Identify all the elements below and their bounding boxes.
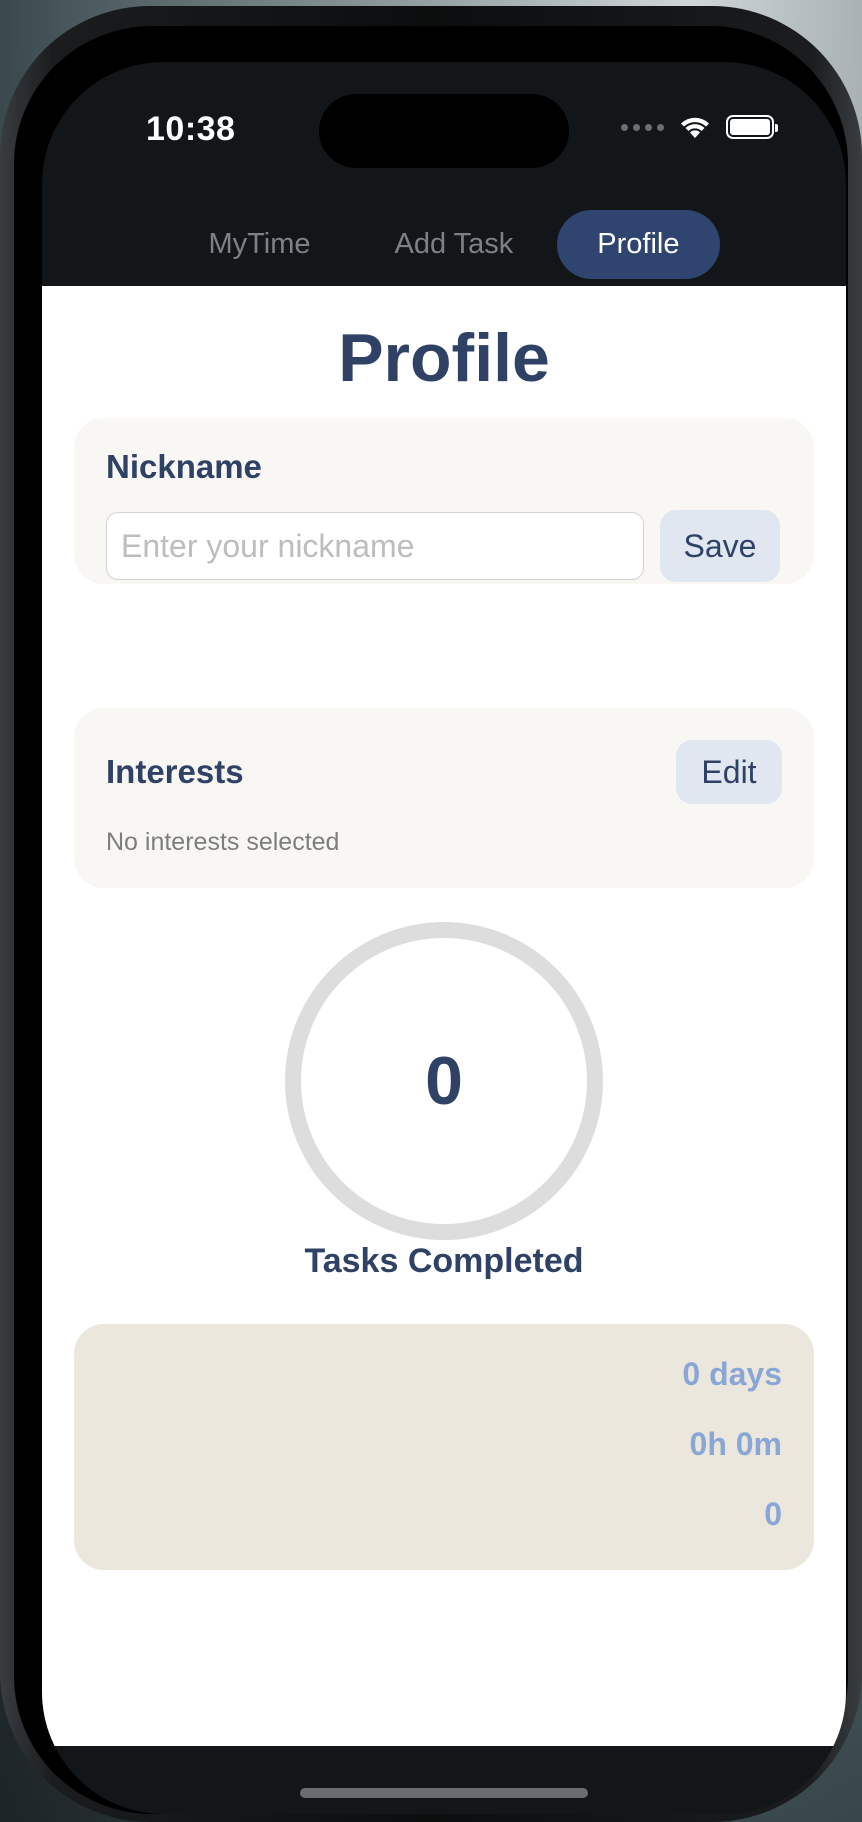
status-icons — [621, 114, 778, 140]
status-bar: 10:38 — [42, 62, 846, 202]
phone-bezel: 10:38 MyTime Add Task Profile Profile Ni… — [14, 26, 848, 1814]
edit-interests-button[interactable]: Edit — [676, 740, 782, 804]
nickname-row: Save — [106, 510, 780, 582]
save-button[interactable]: Save — [660, 510, 780, 582]
stat-time-value: 0h 0m — [689, 1426, 782, 1462]
profile-content: Profile Nickname Save Interests Edit No … — [42, 286, 846, 1746]
wifi-icon — [681, 117, 709, 138]
interests-card: Interests Edit No interests selected — [74, 708, 814, 888]
dynamic-island — [319, 94, 569, 168]
signal-dots-icon — [621, 123, 664, 131]
nickname-input[interactable] — [106, 512, 644, 580]
stats-card: 0 days 0h 0m 0 — [74, 1324, 814, 1570]
tasks-completed-label: Tasks Completed — [304, 1242, 584, 1280]
status-time: 10:38 — [146, 110, 236, 148]
screen: 10:38 MyTime Add Task Profile Profile Ni… — [42, 62, 846, 1814]
page-title: Profile — [338, 320, 550, 396]
tab-mytime[interactable]: MyTime — [169, 210, 351, 279]
tasks-completed-count: 0 — [425, 1043, 463, 1119]
interests-empty-text: No interests selected — [106, 828, 340, 856]
battery-icon — [726, 115, 778, 139]
stat-streak-value: 0 days — [682, 1356, 782, 1392]
home-indicator[interactable] — [300, 1788, 588, 1798]
top-tab-bar: MyTime Add Task Profile — [42, 202, 846, 286]
nickname-card: Nickname Save — [74, 418, 814, 584]
tab-profile[interactable]: Profile — [557, 209, 720, 279]
interests-header: Interests Edit — [106, 740, 782, 804]
stat-points-value: 0 — [764, 1496, 782, 1532]
phone-frame: 10:38 MyTime Add Task Profile Profile Ni… — [0, 6, 862, 1822]
nickname-label: Nickname — [106, 448, 262, 485]
tasks-progress-ring: 0 — [285, 922, 603, 1240]
tab-add-task[interactable]: Add Task — [355, 210, 554, 279]
interests-label: Interests — [106, 753, 244, 790]
